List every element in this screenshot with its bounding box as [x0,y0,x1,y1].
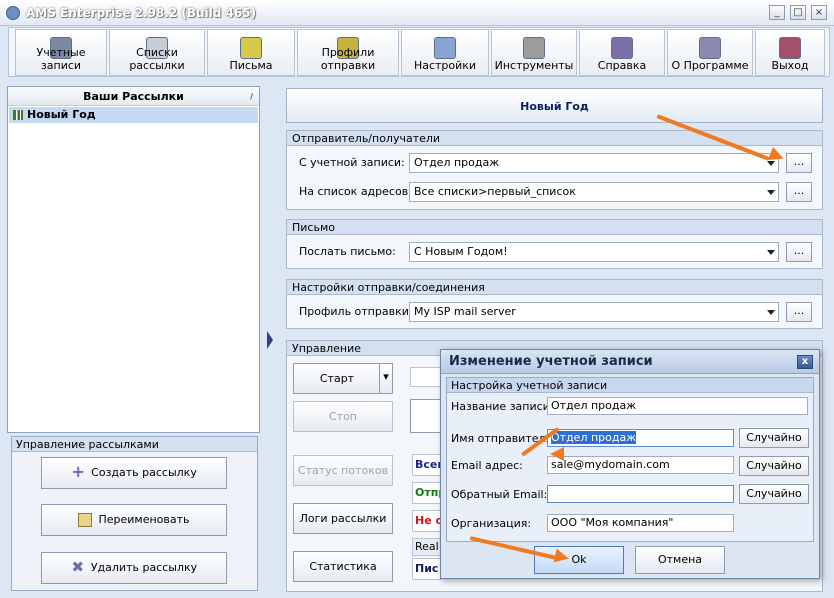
account-name-input[interactable]: Отдел продаж [547,397,808,415]
main-toolbar: Учетные записи Списки рассылки Письма Пр… [8,27,830,77]
toolbar-exit-button[interactable]: Выход [755,29,825,76]
plus-icon: + [71,462,85,481]
dialog-close-button[interactable]: x [797,355,813,369]
toolbar-accounts-button[interactable]: Учетные записи [15,29,107,76]
toolbar-settings-button[interactable]: Настройки [401,29,489,76]
address-list-label: На список адресов: [299,185,412,198]
toolbar-about-button[interactable]: О Программе [667,29,753,76]
toolbar-send-profiles-button[interactable]: Профили отправки [297,29,399,76]
campaign-list-header[interactable]: Ваши Рассылки / [8,87,259,106]
minimize-button[interactable]: _ [769,5,785,20]
chevron-down-icon [767,310,775,315]
reply-email-input[interactable] [547,485,734,503]
chevron-down-icon [767,250,775,255]
send-profile-browse-button[interactable]: ... [786,302,812,322]
letter-browse-button[interactable]: ... [786,242,812,262]
email-input[interactable]: sale@mydomain.com [547,456,734,474]
campaign-title: Новый Год [286,88,823,123]
sender-name-input[interactable]: Отдел продаж [547,429,734,447]
mailing-logs-button[interactable]: Логи рассылки [293,503,393,534]
sort-icon: / [250,92,253,101]
letters-icon [240,37,262,59]
settings-icon [434,37,456,59]
cancel-button[interactable]: Отмена [635,546,725,574]
organization-label: Организация: [451,517,532,530]
campaign-list: Ваши Рассылки / Новый Год [7,86,260,433]
letters-sent-stat: Пис [412,558,442,580]
ok-button[interactable]: Ok [534,546,624,574]
letter-section: Письмо Послать письмо: С Новым Годом! ..… [286,219,823,269]
connection-section: Настройки отправки/соединения Профиль от… [286,279,823,329]
sender-section: Отправитель/получатели С учетной записи:… [286,130,823,210]
title-bar: AMS Enterprise 2.98.2 (Build 465) _ □ × [0,0,834,26]
create-campaign-button[interactable]: + Создать рассылку [41,457,227,489]
toolbar-tools-button[interactable]: Инструменты [491,29,577,76]
delete-campaign-button[interactable]: ✖ Удалить рассылку [41,552,227,584]
toolbar-mailing-lists-button[interactable]: Списки рассылки [109,29,205,76]
random-reply-button[interactable]: Случайно [739,484,809,504]
random-email-button[interactable]: Случайно [739,456,809,476]
thread-status-button[interactable]: Статус потоков [293,455,393,486]
about-icon [699,37,721,59]
delete-x-icon: ✖ [71,558,85,576]
app-window: AMS Enterprise 2.98.2 (Build 465) _ □ × … [0,0,834,598]
send-profile-select[interactable]: My ISP mail server [409,302,779,322]
edit-icon [78,513,93,527]
failed-stat: Не о [412,510,442,532]
campaign-management-title: Управление рассылками [12,437,257,452]
start-dropdown-button[interactable]: ▾ [379,363,393,394]
window-title: AMS Enterprise 2.98.2 (Build 465) [26,6,257,20]
close-window-button[interactable]: × [811,5,827,20]
account-label: С учетной записи: [299,156,405,169]
panel-splitter[interactable] [265,86,279,591]
sender-section-title: Отправитель/получатели [287,131,822,146]
reply-email-label: Обратный Email: [451,488,548,501]
expand-arrow-icon[interactable] [267,331,273,349]
letter-label: Послать письмо: [299,245,396,258]
campaign-management-group: Управление рассылками + Создать рассылку … [11,436,258,591]
address-list-select[interactable]: Все списки>первый_список [409,182,779,202]
address-list-browse-button[interactable]: ... [786,182,812,202]
sent-stat: Отпр [412,482,442,504]
email-label: Email адрес: [451,459,523,472]
organization-input[interactable]: ООО "Моя компания" [547,514,734,532]
account-settings-title: Настройка учетной записи [447,378,813,393]
app-icon [6,6,20,20]
realtime-label: Real [412,538,442,556]
toolbar-help-button[interactable]: Справка [579,29,665,76]
chevron-down-icon [767,190,775,195]
account-select[interactable]: Отдел продаж [409,153,779,173]
letter-select[interactable]: С Новым Годом! [409,242,779,262]
log-box [410,399,442,433]
progress-bar [410,367,442,387]
send-profile-label: Профиль отправки: [299,305,413,318]
arrow-head-icon [550,447,564,461]
account-name-label: Название записи: [451,400,554,413]
campaign-icon [13,110,23,120]
total-stat: Всег [412,454,442,476]
toolbar-letters-button[interactable]: Письма [207,29,295,76]
tools-icon [523,37,545,59]
connection-section-title: Настройки отправки/соединения [287,280,822,295]
stop-button[interactable]: Стоп [293,401,393,432]
account-settings-group: Настройка учетной записи Название записи… [446,377,814,542]
statistics-button[interactable]: Статистика [293,551,393,582]
random-sender-button[interactable]: Случайно [739,428,809,448]
account-browse-button[interactable]: ... [786,153,812,173]
help-icon [611,37,633,59]
dialog-title: Изменение учетной записи [441,350,819,374]
rename-campaign-button[interactable]: Переименовать [41,504,227,536]
maximize-button[interactable]: □ [790,5,806,20]
letter-section-title: Письмо [287,220,822,235]
start-button[interactable]: Старт [293,363,381,394]
campaign-list-item[interactable]: Новый Год [9,107,258,123]
exit-icon [779,37,801,59]
